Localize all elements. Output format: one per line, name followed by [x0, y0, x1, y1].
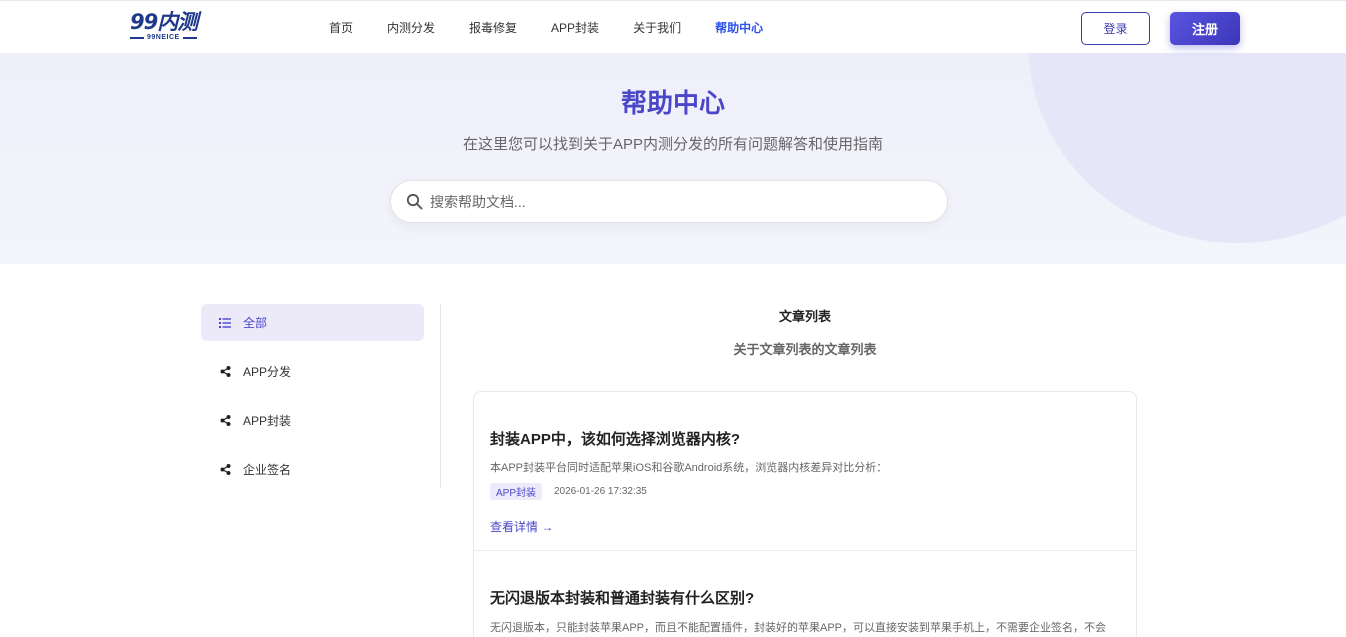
list-item: 无闪退版本封装和普通封装有什么区别? 无闪退版本，只能封装苹果APP，而且不能配…: [474, 551, 1136, 637]
share-icon: [218, 365, 232, 379]
article-tag[interactable]: APP封装: [490, 483, 543, 500]
nav-distribution[interactable]: 内测分发: [387, 19, 435, 36]
article-list: 封装APP中，该如何选择浏览器内核? 本APP封装平台同时适配苹果iOS和谷歌A…: [473, 391, 1137, 637]
article-title[interactable]: 封装APP中，该如何选择浏览器内核?: [490, 428, 740, 449]
sidebar-item-enterprise-sign[interactable]: 企业签名: [201, 451, 424, 488]
share-icon: [218, 463, 232, 477]
nav-home[interactable]: 首页: [329, 19, 353, 36]
logo[interactable]: 99内测 99NEICE: [130, 11, 202, 45]
nav-virus-fix[interactable]: 报毒修复: [469, 19, 517, 36]
register-button[interactable]: 注册: [1170, 12, 1240, 45]
nav-app-package[interactable]: APP封装: [551, 19, 599, 36]
list-icon: [218, 316, 232, 330]
hero-section: 帮助中心 在这里您可以找到关于APP内测分发的所有问题解答和使用指南: [0, 53, 1346, 264]
search-input[interactable]: [430, 193, 910, 210]
list-item: 封装APP中，该如何选择浏览器内核? 本APP封装平台同时适配苹果iOS和谷歌A…: [474, 392, 1136, 550]
sidebar-item-app-package[interactable]: APP封装: [201, 402, 424, 439]
article-desc: 无闪退版本，只能封装苹果APP，而且不能配置插件，封装好的苹果APP，可以直接安…: [490, 622, 1107, 634]
read-more-link[interactable]: 查看详情 →: [490, 518, 553, 535]
sidebar-item-label: APP分发: [243, 365, 292, 379]
article-desc: 本APP封装平台同时适配苹果iOS和谷歌Android系统，浏览器内核差异对比分…: [490, 462, 888, 474]
page-title: 帮助中心: [620, 88, 725, 118]
login-button[interactable]: 登录: [1081, 12, 1150, 45]
category-sidebar: 全部 APP分发 APP封装 企业签名: [201, 304, 441, 488]
search-icon: [405, 193, 423, 211]
list-title: 文章列表: [778, 309, 831, 324]
article-title[interactable]: 无闪退版本封装和普通封装有什么区别?: [490, 587, 754, 608]
sidebar-item-app-distribution[interactable]: APP分发: [201, 353, 424, 390]
sidebar-item-label: 企业签名: [243, 463, 292, 477]
nav-help-center[interactable]: 帮助中心: [715, 19, 763, 36]
sidebar-item-label: APP封装: [243, 414, 292, 428]
page-subtitle: 在这里您可以找到关于APP内测分发的所有问题解答和使用指南: [462, 136, 884, 153]
share-icon: [218, 414, 232, 428]
nav-about[interactable]: 关于我们: [633, 19, 681, 36]
sidebar-item-label: 全部: [243, 316, 268, 330]
search-box[interactable]: [390, 180, 948, 223]
list-subtitle: 关于文章列表的文章列表: [733, 342, 877, 357]
logo-mark: 99内测: [130, 10, 198, 34]
logo-sub-text: 99NEICE: [147, 34, 180, 41]
sidebar-item-all[interactable]: 全部: [201, 304, 424, 341]
main-nav: 首页 内测分发 报毒修复 APP封装 关于我们 帮助中心: [329, 1, 797, 54]
top-header: 99内测 99NEICE 首页 内测分发 报毒修复 APP封装 关于我们 帮助中…: [0, 0, 1346, 53]
article-time: 2026-01-26 17:32:35: [554, 486, 647, 497]
logo-sub: 99NEICE: [130, 34, 202, 41]
